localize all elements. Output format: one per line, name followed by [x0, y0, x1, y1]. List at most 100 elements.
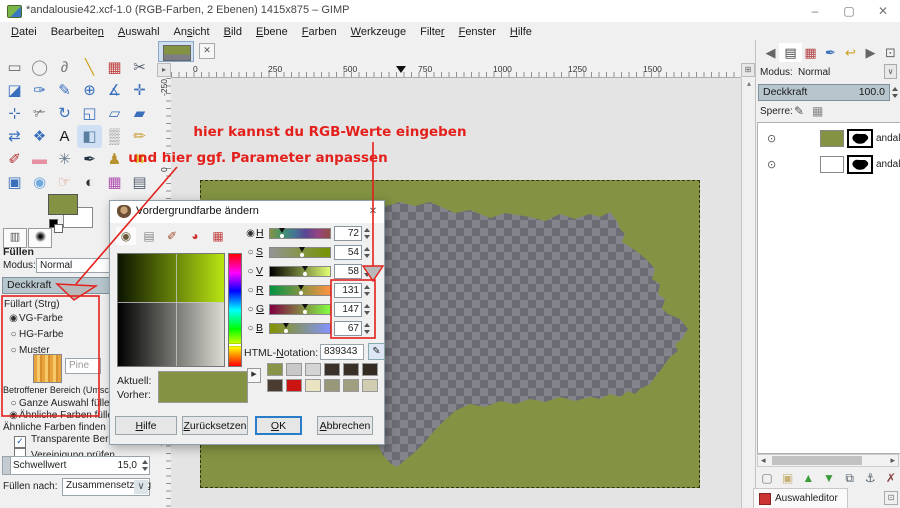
tool-eraser-icon[interactable]: ▬: [27, 148, 52, 171]
channel-slider-track[interactable]: [269, 285, 331, 296]
channel-value-input[interactable]: 67: [334, 321, 362, 336]
slider-marker[interactable]: [302, 304, 308, 309]
layer-thumbnail[interactable]: [820, 156, 844, 173]
layer-mask-thumbnail[interactable]: [847, 129, 873, 148]
menu-bild[interactable]: Bild: [217, 25, 249, 39]
cancel-button[interactable]: Abbrechen: [317, 416, 373, 435]
tool-dodge-burn-icon[interactable]: ◐: [77, 171, 102, 194]
anchor-layer-button[interactable]: ⚓: [861, 470, 879, 486]
channel-value-input[interactable]: 58: [334, 264, 362, 279]
help-button[interactable]: Hilfe: [115, 416, 177, 435]
tool-select-by-color-icon[interactable]: ▦: [102, 56, 127, 79]
channel-spinner[interactable]: [362, 321, 371, 336]
default-colors-icon-bg[interactable]: [54, 224, 63, 233]
channel-spinner[interactable]: [362, 264, 371, 279]
tool-move-icon[interactable]: ✛: [127, 79, 152, 102]
tab-gimp-icon[interactable]: ◉: [116, 227, 136, 245]
radio-icon[interactable]: ◉: [245, 228, 256, 239]
layer-name[interactable]: andalou: [876, 133, 900, 144]
radio-icon[interactable]: ○: [245, 247, 256, 258]
slider-marker[interactable]: [298, 285, 304, 290]
visibility-eye-icon[interactable]: ⊙: [767, 158, 776, 171]
tool-cage-transform-icon[interactable]: ❖: [27, 125, 52, 148]
slider-marker[interactable]: [283, 323, 289, 328]
history-swatch[interactable]: [305, 363, 321, 376]
tool-measure-icon[interactable]: ∡: [102, 79, 127, 102]
menu-fenster[interactable]: Fenster: [452, 25, 503, 39]
tool-foreground-select-icon[interactable]: ◪: [2, 79, 27, 102]
lower-layer-button[interactable]: ▼: [820, 470, 838, 486]
tool-clone-icon[interactable]: ♟: [102, 148, 127, 171]
foreground-color-swatch[interactable]: [48, 194, 78, 215]
tool-levels-icon[interactable]: ▤: [127, 171, 152, 194]
menu-werkzeuge[interactable]: Werkzeuge: [344, 25, 413, 39]
mode-dropdown-button[interactable]: ∨: [884, 64, 897, 79]
tab-palette-icon[interactable]: ▦: [208, 227, 228, 245]
layer-mask-thumbnail[interactable]: [847, 155, 873, 174]
close-button[interactable]: ✕: [866, 0, 900, 22]
tool-shear-icon[interactable]: ▱: [102, 102, 127, 125]
dialog-close-button[interactable]: ✕: [366, 205, 380, 219]
menu-auswahl[interactable]: Auswahl: [111, 25, 167, 39]
tool-rect-select-icon[interactable]: ▭: [2, 56, 27, 79]
slider-marker[interactable]: [299, 247, 305, 252]
menu-filter[interactable]: Filter: [413, 25, 451, 39]
lock-paint-icon[interactable]: ✎: [794, 104, 804, 118]
threshold-slider[interactable]: Schwellwert 15,0: [2, 456, 150, 475]
channel-spinner[interactable]: [362, 283, 371, 298]
radio-icon[interactable]: ○: [245, 285, 256, 296]
lock-alpha-icon[interactable]: ▦: [812, 104, 823, 118]
scroll-right-icon[interactable]: ▸: [890, 455, 895, 466]
tool-perspective-icon[interactable]: ▰: [127, 102, 152, 125]
channel-slider-track[interactable]: [269, 304, 331, 315]
duplicate-layer-button[interactable]: ⧉: [841, 470, 859, 486]
tool-ink-icon[interactable]: ✒: [77, 148, 102, 171]
radio-icon[interactable]: ○: [245, 304, 256, 315]
color-select-square[interactable]: [117, 253, 225, 367]
history-swatch[interactable]: [305, 379, 321, 392]
ruler-corner-right-button[interactable]: ⊞: [741, 63, 755, 77]
new-group-button[interactable]: ▣: [779, 470, 797, 486]
scrollbar-thumb[interactable]: [772, 456, 862, 465]
pattern-name-field[interactable]: Pine: [65, 358, 101, 374]
history-swatch[interactable]: [362, 379, 378, 392]
scroll-up-icon[interactable]: ▴: [742, 78, 756, 90]
history-swatch[interactable]: [267, 363, 283, 376]
layer-name[interactable]: andalou: [876, 159, 900, 170]
layer-thumbnail[interactable]: [820, 130, 844, 147]
threshold-spinner[interactable]: [140, 458, 149, 473]
tool-gradient-icon[interactable]: ▒: [102, 125, 127, 148]
tool-ellipse-select-icon[interactable]: ◯: [27, 56, 52, 79]
channel-value-input[interactable]: 147: [334, 302, 362, 317]
layer-opacity-slider[interactable]: Deckkraft 100.0: [758, 84, 890, 101]
reset-button[interactable]: Zurücksetzen: [182, 416, 248, 435]
layer-list[interactable]: ⊙ andalou ⊙ andalou: [757, 122, 900, 454]
brush-dialog-button[interactable]: [28, 228, 52, 248]
history-swatch[interactable]: [343, 379, 359, 392]
slider-marker[interactable]: [302, 266, 308, 271]
visibility-eye-icon[interactable]: ⊙: [767, 132, 776, 145]
history-expander-button[interactable]: ▶: [247, 368, 261, 383]
ruler-corner-button[interactable]: ▸: [157, 63, 171, 77]
pattern-thumbnail[interactable]: [33, 354, 62, 383]
history-swatch[interactable]: [324, 379, 340, 392]
tool-hue-icon[interactable]: ▦: [102, 171, 127, 194]
channel-value-input[interactable]: 72: [334, 226, 362, 241]
horizontal-ruler[interactable]: 0250500750100012501500: [171, 63, 741, 78]
delete-layer-button[interactable]: ✗: [882, 470, 900, 486]
radio-fg-fill[interactable]: ◉VG-Farbe: [8, 313, 63, 324]
menu-bearbeiten[interactable]: Bearbeiten: [44, 25, 111, 39]
canvas-vertical-scrollbar[interactable]: ▴: [741, 78, 756, 508]
channel-value-input[interactable]: 54: [334, 245, 362, 260]
tool-fuzzy-select-icon[interactable]: ╲: [77, 56, 102, 79]
new-layer-button[interactable]: ▢: [758, 470, 776, 486]
tool-heal-icon[interactable]: ✖: [127, 148, 152, 171]
radio-similar-colors[interactable]: ◉Ähnliche Farben füllen: [8, 410, 119, 421]
tool-text-icon[interactable]: A: [52, 125, 77, 148]
channel-spinner[interactable]: [362, 226, 371, 241]
tab-close-button[interactable]: ✕: [199, 43, 215, 59]
tab-color-wheel-icon[interactable]: ◕: [185, 227, 205, 245]
dock-collapse-icon[interactable]: ⊡: [884, 491, 898, 505]
channel-slider-track[interactable]: [269, 323, 331, 334]
fg-bg-color-selector[interactable]: [48, 194, 98, 232]
